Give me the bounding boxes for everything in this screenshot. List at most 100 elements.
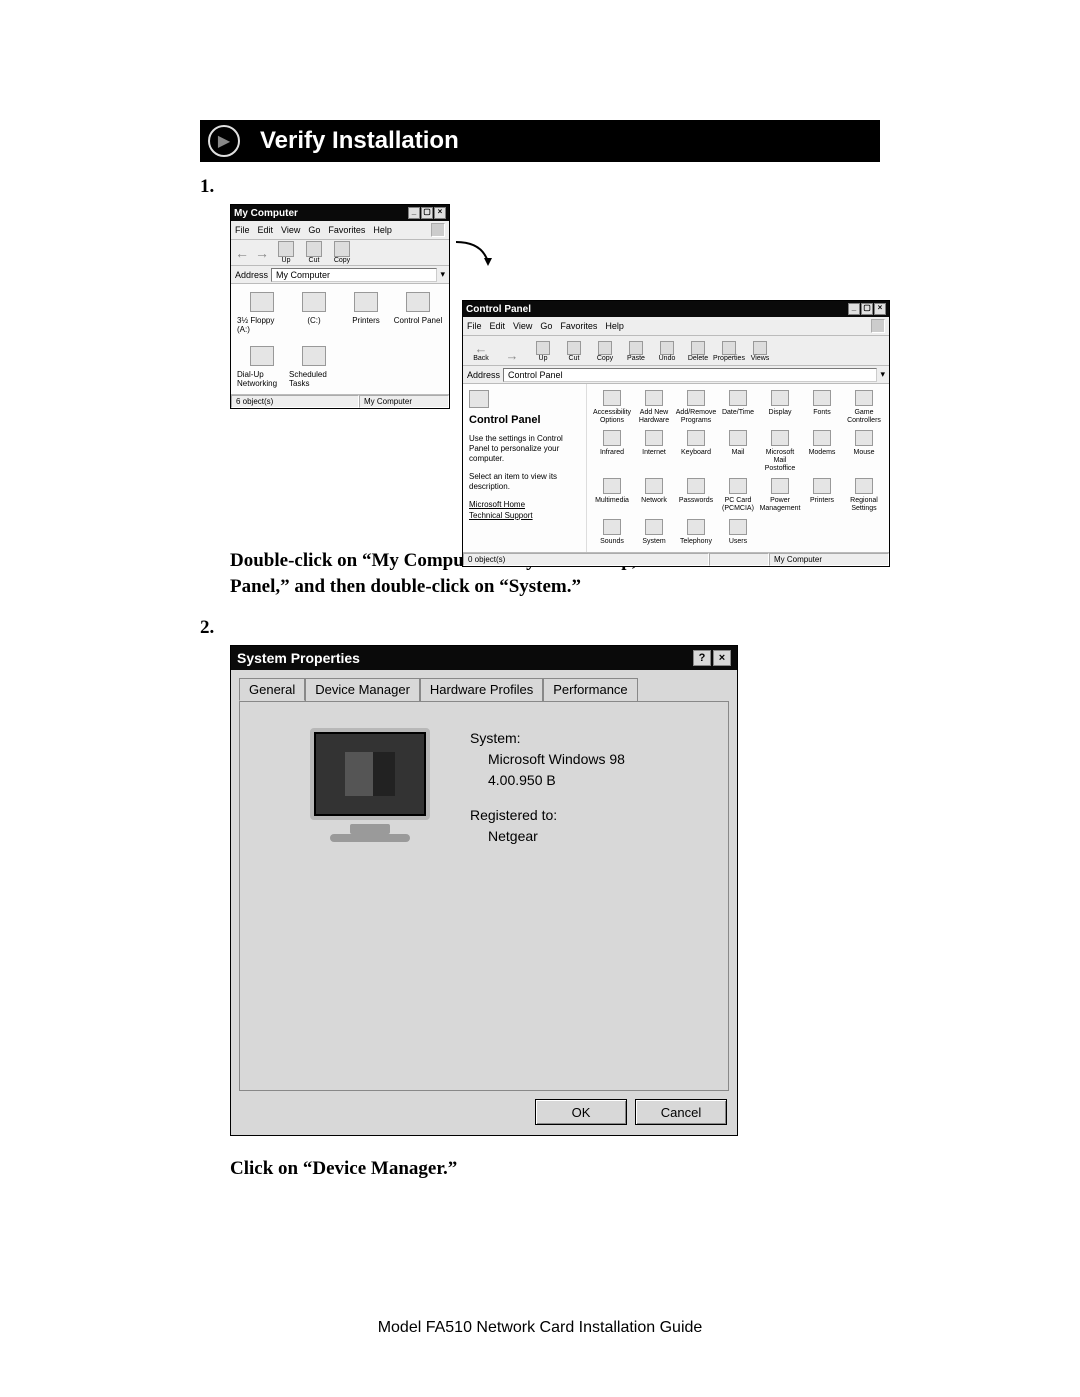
back-button[interactable]: ← <box>235 245 249 261</box>
minimize-button[interactable]: _ <box>408 207 420 219</box>
menu-go[interactable]: Go <box>308 225 320 235</box>
close-button[interactable]: × <box>874 303 886 315</box>
menu-favorites[interactable]: Favorites <box>328 225 365 235</box>
tab-general[interactable]: General <box>239 678 305 701</box>
menu-view[interactable]: View <box>281 225 300 235</box>
close-button[interactable]: × <box>713 650 731 666</box>
applet-icon <box>855 430 873 446</box>
printers-icon[interactable]: Printers <box>341 292 391 336</box>
cp-item[interactable]: Printers <box>801 478 843 512</box>
cp-item[interactable]: Fonts <box>801 390 843 424</box>
applet-label: Keyboard <box>681 449 711 457</box>
control-panel-icon[interactable]: Control Panel <box>393 292 443 336</box>
menu-go[interactable]: Go <box>540 321 552 331</box>
cp-item[interactable]: Game Controllers <box>843 390 885 424</box>
floppy-drive-icon[interactable]: 3½ Floppy (A:) <box>237 292 287 336</box>
tab-hardware-profiles[interactable]: Hardware Profiles <box>420 678 543 701</box>
control-panel-window: Control Panel _ ▢ × File Edit View Go Fa… <box>462 300 890 567</box>
cp-item[interactable]: Users <box>717 519 759 546</box>
cp-item[interactable]: Add/Remove Programs <box>675 390 717 424</box>
dropdown-icon[interactable]: ▾ <box>880 369 885 380</box>
cp-item[interactable]: Internet <box>633 430 675 472</box>
cp-item[interactable]: Modems <box>801 430 843 472</box>
menu-help[interactable]: Help <box>373 225 392 235</box>
cp-item[interactable]: Infrared <box>591 430 633 472</box>
cp-item[interactable]: Network <box>633 478 675 512</box>
close-button[interactable]: × <box>434 207 446 219</box>
applet-label: Accessibility Options <box>591 409 633 424</box>
link-tech-support[interactable]: Technical Support <box>469 511 580 520</box>
step-number: 2. <box>200 617 230 639</box>
cp-item[interactable]: Telephony <box>675 519 717 546</box>
tab-device-manager[interactable]: Device Manager <box>305 678 420 701</box>
tab-strip: General Device Manager Hardware Profiles… <box>231 670 737 701</box>
cp-item[interactable]: Accessibility Options <box>591 390 633 424</box>
address-bar: Address My Computer ▾ <box>231 266 449 284</box>
section-title: Verify Installation <box>260 127 459 155</box>
address-field[interactable]: Control Panel <box>503 368 877 382</box>
system-line-2: 4.00.950 B <box>470 770 625 791</box>
c-drive-icon[interactable]: (C:) <box>289 292 339 336</box>
toolbar: ←Back → Up Cut Copy Paste Undo Delete Pr… <box>463 336 889 366</box>
properties-button[interactable]: Properties <box>715 341 743 362</box>
cp-item[interactable]: Power Management <box>759 478 801 512</box>
maximize-button[interactable]: ▢ <box>861 303 873 315</box>
cp-item[interactable]: Add New Hardware <box>633 390 675 424</box>
throbber-icon <box>431 223 445 237</box>
forward-button[interactable]: → <box>498 348 526 362</box>
cancel-button[interactable]: Cancel <box>635 1099 727 1125</box>
paste-button[interactable]: Paste <box>622 341 650 362</box>
cut-button[interactable]: Cut <box>560 341 588 362</box>
views-button[interactable]: Views <box>746 341 774 362</box>
address-field[interactable]: My Computer <box>271 268 437 282</box>
cp-item[interactable]: Sounds <box>591 519 633 546</box>
menu-view[interactable]: View <box>513 321 532 331</box>
cp-item[interactable]: Keyboard <box>675 430 717 472</box>
cp-item[interactable]: Multimedia <box>591 478 633 512</box>
up-button[interactable]: Up <box>275 241 297 264</box>
forward-button[interactable]: → <box>255 245 269 261</box>
address-label: Address <box>235 270 268 280</box>
dropdown-icon[interactable]: ▾ <box>440 269 445 280</box>
cp-item[interactable]: System <box>633 519 675 546</box>
copy-button[interactable]: Copy <box>331 241 353 264</box>
menu-file[interactable]: File <box>467 321 482 331</box>
cp-item[interactable]: Mail <box>717 430 759 472</box>
back-button[interactable]: ←Back <box>467 341 495 362</box>
control-panel-icon <box>469 390 489 408</box>
minimize-button[interactable]: _ <box>848 303 860 315</box>
menubar: File Edit View Go Favorites Help <box>231 221 449 240</box>
menu-favorites[interactable]: Favorites <box>560 321 597 331</box>
applet-icon <box>729 478 747 494</box>
tab-performance[interactable]: Performance <box>543 678 637 701</box>
applet-icon <box>645 519 663 535</box>
applet-icon <box>771 390 789 406</box>
cp-item[interactable]: PC Card (PCMCIA) <box>717 478 759 512</box>
cp-item[interactable]: Passwords <box>675 478 717 512</box>
up-button[interactable]: Up <box>529 341 557 362</box>
applet-icon <box>687 390 705 406</box>
cp-item[interactable]: Display <box>759 390 801 424</box>
menu-edit[interactable]: Edit <box>490 321 506 331</box>
applet-icon <box>855 390 873 406</box>
cut-button[interactable]: Cut <box>303 241 325 264</box>
cp-item[interactable]: Regional Settings <box>843 478 885 512</box>
address-label: Address <box>467 370 500 380</box>
applet-label: Infrared <box>600 449 624 457</box>
menu-help[interactable]: Help <box>605 321 624 331</box>
maximize-button[interactable]: ▢ <box>421 207 433 219</box>
undo-button[interactable]: Undo <box>653 341 681 362</box>
copy-button[interactable]: Copy <box>591 341 619 362</box>
menu-edit[interactable]: Edit <box>258 225 274 235</box>
dialup-icon[interactable]: Dial-Up Networking <box>237 346 287 390</box>
ok-button[interactable]: OK <box>535 1099 627 1125</box>
cp-item[interactable]: Mouse <box>843 430 885 472</box>
applet-icon <box>771 430 789 446</box>
cp-item[interactable]: Date/Time <box>717 390 759 424</box>
link-ms-home[interactable]: Microsoft Home <box>469 500 580 509</box>
delete-button[interactable]: Delete <box>684 341 712 362</box>
cp-item[interactable]: Microsoft Mail Postoffice <box>759 430 801 472</box>
help-button[interactable]: ? <box>693 650 711 666</box>
menu-file[interactable]: File <box>235 225 250 235</box>
scheduled-tasks-icon[interactable]: Scheduled Tasks <box>289 346 339 390</box>
